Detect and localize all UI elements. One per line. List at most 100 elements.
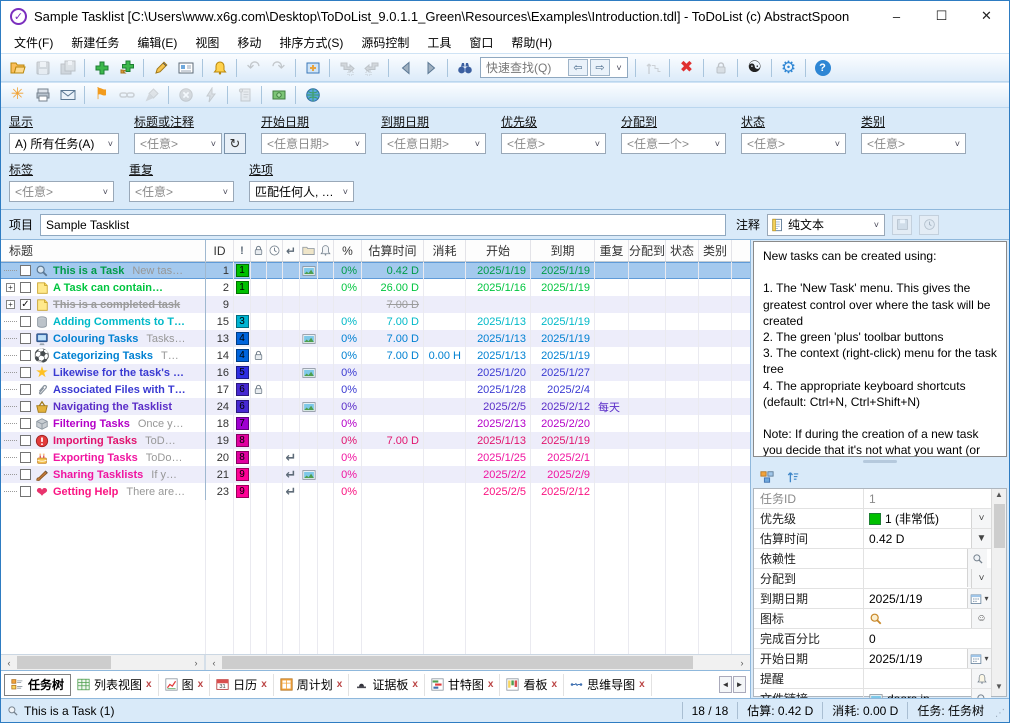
- tab-close-icon[interactable]: x: [488, 679, 494, 690]
- quick-find-prev-button[interactable]: ⇦: [568, 59, 588, 76]
- help-button[interactable]: ?: [810, 56, 835, 79]
- column-header-status[interactable]: 状态: [666, 240, 699, 261]
- spellcheck-button[interactable]: ✳: [5, 84, 30, 107]
- undo-button[interactable]: ↶: [241, 56, 266, 79]
- open-file-button[interactable]: [5, 56, 30, 79]
- task-checkbox[interactable]: [20, 316, 31, 327]
- column-header-repeat[interactable]: 重复: [595, 240, 629, 261]
- run-button[interactable]: [198, 84, 223, 107]
- task-row[interactable]: This is a TaskNew tas…110%0.42 D2025/1/1…: [1, 262, 750, 279]
- filter-combo-重复[interactable]: <任意>˅: [129, 181, 234, 202]
- task-row[interactable]: Filtering TasksOnce y…1870%2025/2/132025…: [1, 415, 750, 432]
- dropdown-button[interactable]: ˅: [971, 569, 991, 588]
- tab-close-icon[interactable]: x: [261, 679, 267, 690]
- tab-列表视图[interactable]: 列表视图x: [71, 674, 159, 696]
- project-title-input[interactable]: Sample Tasklist: [40, 214, 726, 236]
- maximize-view-button[interactable]: [300, 56, 325, 79]
- attribute-value[interactable]: [864, 549, 967, 568]
- filter-combo-到期日期[interactable]: <任意日期>˅: [381, 133, 486, 154]
- tab-看板[interactable]: 看板x: [500, 674, 564, 696]
- tab-任务树[interactable]: 任务树: [4, 674, 71, 696]
- task-checkbox[interactable]: [20, 452, 31, 463]
- find-tasks-button[interactable]: [452, 56, 477, 79]
- menu-item-移动[interactable]: 移动: [228, 32, 270, 53]
- sort-attributes-icon[interactable]: [786, 470, 800, 484]
- quick-find-box[interactable]: 快速查找(Q)⇦⇨˅: [480, 57, 628, 78]
- calendar-dropdown-button[interactable]: ▾: [967, 589, 991, 608]
- filter-refresh-button[interactable]: ↻: [224, 133, 246, 154]
- task-row[interactable]: Colouring TasksTasks…1340%7.00 D2025/1/1…: [1, 330, 750, 347]
- expand-icon[interactable]: +: [6, 283, 15, 292]
- menu-item-编辑(E)[interactable]: 编辑(E): [128, 32, 186, 53]
- column-header-due[interactable]: 到期: [531, 240, 595, 261]
- menu-item-工具[interactable]: 工具: [418, 32, 460, 53]
- print-button[interactable]: [30, 84, 55, 107]
- tab-日历[interactable]: 31日历x: [210, 674, 274, 696]
- column-header-est[interactable]: 估算时间: [362, 240, 424, 261]
- attribute-value[interactable]: 1: [864, 489, 991, 508]
- attribute-value[interactable]: 1 (非常低): [864, 509, 971, 528]
- column-header-title[interactable]: 标题: [1, 240, 206, 261]
- delete-task-button[interactable]: ✖: [674, 56, 699, 79]
- filter-combo-状态[interactable]: <任意>˅: [741, 133, 846, 154]
- group-attributes-icon[interactable]: [760, 470, 774, 484]
- task-row[interactable]: ★Likewise for the task's …1650%2025/1/20…: [1, 364, 750, 381]
- task-checkbox[interactable]: [20, 282, 31, 293]
- reminder-button[interactable]: [971, 669, 991, 688]
- filter-combo-类别[interactable]: <任意>˅: [861, 133, 966, 154]
- tab-close-icon[interactable]: x: [337, 679, 343, 690]
- tab-close-icon[interactable]: x: [412, 679, 418, 690]
- redo-button[interactable]: ↷: [266, 56, 291, 79]
- column-header-time[interactable]: [267, 240, 283, 261]
- attribute-value[interactable]: 2025/1/19: [864, 649, 967, 668]
- preferences-button[interactable]: ⚙: [776, 56, 801, 79]
- cancel-button[interactable]: [173, 84, 198, 107]
- move-task-left-button[interactable]: [359, 56, 384, 79]
- save-button[interactable]: [30, 56, 55, 79]
- filter-combo-开始日期[interactable]: <任意日期>˅: [261, 133, 366, 154]
- filter-combo-显示[interactable]: A) 所有任务(A)˅: [9, 133, 119, 154]
- menu-item-帮助(H)[interactable]: 帮助(H): [502, 32, 561, 53]
- donate-button[interactable]: [266, 84, 291, 107]
- attributes-vscrollbar[interactable]: ▲▼: [991, 489, 1006, 696]
- title-pane-hscrollbar[interactable]: ‹›: [1, 655, 206, 670]
- task-checkbox[interactable]: [20, 350, 31, 361]
- attribute-value[interactable]: [864, 569, 971, 588]
- column-header-spent[interactable]: 消耗: [424, 240, 466, 261]
- cleanup-button[interactable]: [139, 84, 164, 107]
- tab-close-icon[interactable]: x: [552, 679, 558, 690]
- column-header-recurrence[interactable]: ↵: [283, 240, 300, 261]
- task-checkbox[interactable]: [20, 401, 31, 412]
- reminder-button[interactable]: [207, 56, 232, 79]
- minimize-button[interactable]: –: [874, 1, 919, 31]
- quick-find-next-button[interactable]: ⇨: [590, 59, 610, 76]
- task-checkbox[interactable]: [20, 384, 31, 395]
- tab-图[interactable]: 图x: [159, 674, 211, 696]
- website-button[interactable]: [300, 84, 325, 107]
- lock-tasklist-button[interactable]: [708, 56, 733, 79]
- column-header-priority[interactable]: !: [234, 240, 251, 261]
- filter-combo-选项[interactable]: 匹配任何人, …˅: [249, 181, 354, 202]
- resize-grip[interactable]: ⋰: [993, 702, 1007, 719]
- activity-log-button[interactable]: [232, 84, 257, 107]
- calendar-dropdown-button[interactable]: ▾: [967, 649, 991, 668]
- quick-find-input[interactable]: 快速查找(Q): [481, 59, 567, 76]
- column-header-id[interactable]: ID: [206, 240, 234, 261]
- menu-item-排序方式(S)[interactable]: 排序方式(S): [270, 32, 352, 53]
- link-task-button[interactable]: [114, 84, 139, 107]
- menu-item-视图[interactable]: 视图: [186, 32, 228, 53]
- task-comments-editor[interactable]: New tasks can be created using: 1. The '…: [753, 241, 1007, 457]
- close-button[interactable]: ✕: [964, 1, 1009, 31]
- task-checkbox[interactable]: [20, 418, 31, 429]
- column-header-percent[interactable]: %: [334, 240, 362, 261]
- task-checkbox[interactable]: [20, 486, 31, 497]
- menu-item-源码控制[interactable]: 源码控制: [352, 32, 418, 53]
- column-header-lock[interactable]: [251, 240, 267, 261]
- sort-button[interactable]: [640, 56, 665, 79]
- task-row[interactable]: Associated Files with T…1760%2025/1/2820…: [1, 381, 750, 398]
- column-header-filelink[interactable]: [300, 240, 318, 261]
- prev-task-button[interactable]: [393, 56, 418, 79]
- quick-find-dropdown-icon[interactable]: ˅: [611, 63, 627, 73]
- columns-pane-hscrollbar[interactable]: ‹›: [206, 655, 750, 670]
- attribute-value[interactable]: 0.42 D: [864, 529, 971, 548]
